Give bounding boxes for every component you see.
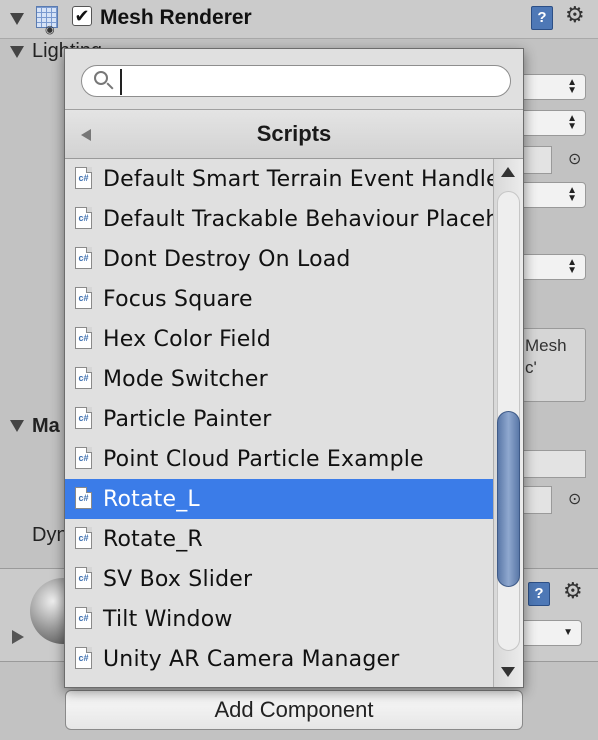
csharp-script-icon: c# <box>75 207 92 229</box>
material-help-icon[interactable]: ? <box>528 582 550 606</box>
csharp-script-icon: c# <box>75 567 92 589</box>
csharp-script-icon: c# <box>75 367 92 389</box>
scroll-down-arrow-icon[interactable] <box>501 667 515 677</box>
search-box[interactable] <box>81 65 511 97</box>
csharp-script-icon: c# <box>75 647 92 669</box>
list-item[interactable]: c# Dont Destroy On Load <box>65 239 493 279</box>
csharp-script-icon: c# <box>75 287 92 309</box>
search-input[interactable] <box>120 69 506 95</box>
materials-label: Ma <box>32 415 60 437</box>
list-item[interactable]: c# Particle Painter <box>65 399 493 439</box>
search-icon <box>94 71 108 85</box>
material-gear-icon[interactable]: ⚙ <box>563 578 583 604</box>
component-title: Mesh Renderer <box>100 6 252 29</box>
list-item[interactable]: c# Tilt Window <box>65 599 493 639</box>
lighting-dropdown-2[interactable]: ▲ ▼ <box>520 110 586 136</box>
csharp-script-icon: c# <box>75 607 92 629</box>
list-item-label: Unity AR Camera Manager <box>103 647 400 672</box>
csharp-script-icon: c# <box>75 447 92 469</box>
list-item[interactable]: c# SV Box Slider <box>65 559 493 599</box>
materials-foldout-icon[interactable] <box>10 420 24 432</box>
material-field[interactable] <box>522 450 586 478</box>
eye-icon: ◉ <box>45 24 55 36</box>
list-item[interactable]: c# Point Cloud Particle Example <box>65 439 493 479</box>
dynamic-label: Dyn <box>32 524 68 546</box>
scroll-thumb[interactable] <box>497 411 520 587</box>
vertical-scrollbar[interactable] <box>493 159 523 687</box>
list-item-label: Hex Color Field <box>103 327 271 352</box>
list-item-label: Default Smart Terrain Event Handler <box>103 167 493 192</box>
gear-icon[interactable]: ⚙ <box>565 2 585 28</box>
csharp-script-icon: c# <box>75 527 92 549</box>
lighting-foldout-icon[interactable] <box>10 46 24 58</box>
component-header: ◉ ✔ Mesh Renderer ? ⚙ <box>0 0 598 39</box>
script-list: c# Default Smart Terrain Event Handler c# D… <box>65 159 493 687</box>
add-component-popup: Scripts c# Default Smart Terrain Event Ha… <box>64 48 524 688</box>
list-item-label: Focus Square <box>103 287 253 312</box>
csharp-script-icon: c# <box>75 247 92 269</box>
list-item-label: Tilt Window <box>103 607 233 632</box>
list-item-label: Rotate_R <box>103 527 203 552</box>
object-picker-icon-2[interactable]: ⊙ <box>568 489 581 509</box>
csharp-script-icon: c# <box>75 327 92 349</box>
list-item[interactable]: c# Rotate_R <box>65 519 493 559</box>
material-foldout-icon[interactable] <box>12 630 24 644</box>
list-item[interactable]: c# Mode Switcher <box>65 359 493 399</box>
help-book-icon[interactable]: ? <box>531 6 553 30</box>
list-item[interactable]: c# Default Trackable Behaviour Placehol <box>65 199 493 239</box>
lighting-dropdown-3[interactable]: ▲ ▼ <box>520 182 586 208</box>
list-item-label: SV Box Slider <box>103 567 253 592</box>
csharp-script-icon: c# <box>75 167 92 189</box>
list-item[interactable]: c# Hex Color Field <box>65 319 493 359</box>
list-item[interactable]: c# Default Smart Terrain Event Handler <box>65 159 493 199</box>
object-field[interactable] <box>522 146 552 174</box>
lighting-dropdown-4[interactable]: ▲ ▼ <box>520 254 586 280</box>
scroll-up-arrow-icon[interactable] <box>501 167 515 177</box>
list-item-label: Dont Destroy On Load <box>103 247 351 272</box>
csharp-script-icon: c# <box>75 487 92 509</box>
info-help-box: Mesh c' <box>522 328 586 402</box>
object-picker-icon[interactable]: ⊙ <box>568 149 581 169</box>
list-item-label: Point Cloud Particle Example <box>103 447 424 472</box>
shader-dropdown[interactable]: ▼ <box>520 620 582 646</box>
list-item[interactable]: c# Rotate_L <box>65 479 493 519</box>
list-item-label: Particle Painter <box>103 407 272 432</box>
list-item[interactable]: c# Unity AR Camera Manager <box>65 639 493 679</box>
list-item-label: Default Trackable Behaviour Placehol <box>103 207 493 232</box>
list-item-label: Rotate_L <box>103 487 200 512</box>
category-title: Scripts <box>256 121 332 146</box>
object-field-2[interactable] <box>522 486 552 514</box>
foldout-arrow-icon[interactable] <box>10 13 24 25</box>
enabled-checkbox[interactable]: ✔ <box>72 6 92 26</box>
add-component-button[interactable]: Add Component <box>65 690 523 730</box>
list-item-label: Mode Switcher <box>103 367 268 392</box>
csharp-script-icon: c# <box>75 407 92 429</box>
lighting-dropdown-1[interactable]: ▲ ▼ <box>520 74 586 100</box>
list-item[interactable]: c# Focus Square <box>65 279 493 319</box>
category-header: Scripts <box>65 109 523 159</box>
